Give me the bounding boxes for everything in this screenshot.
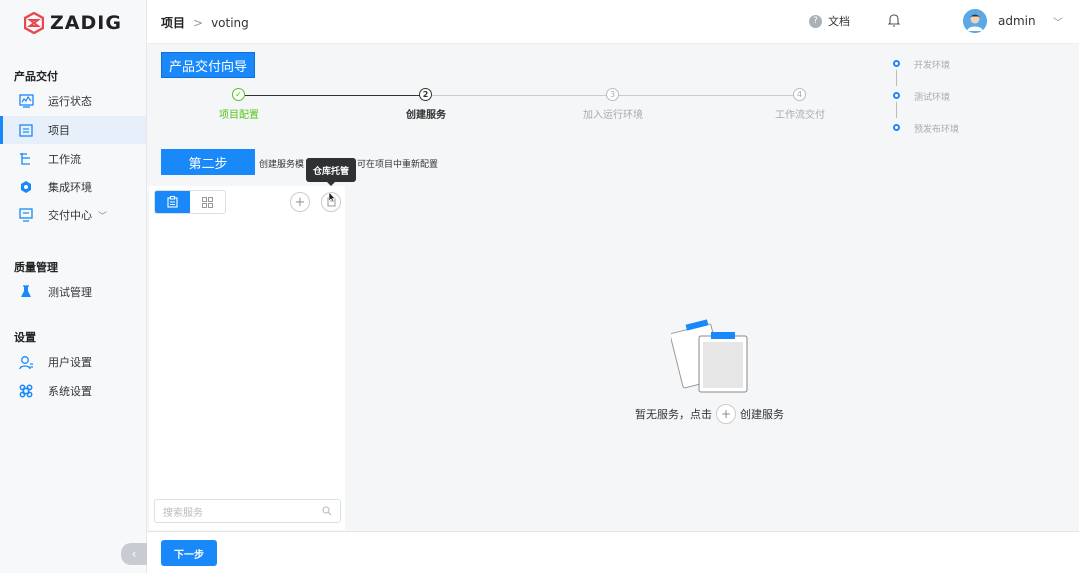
env-connector	[896, 102, 897, 118]
step-connector	[432, 95, 607, 96]
sidebar-item-user-settings[interactable]: 用户设置	[0, 348, 146, 376]
clipboard-icon	[167, 196, 178, 208]
grid-icon	[202, 196, 213, 208]
sidebar-item-label: 系统设置	[48, 385, 92, 398]
sidebar-item-workflow[interactable]: 工作流	[0, 145, 146, 173]
env-dot-icon	[893, 60, 900, 67]
docs-label: 文档	[828, 15, 850, 28]
chevron-down-icon: ﹀	[98, 211, 108, 222]
step-description-tail: 可在项目中重新配置	[357, 160, 439, 170]
footer-bar: 下一步	[147, 531, 1079, 573]
sidebar-item-label: 交付中心	[48, 209, 92, 222]
snowflake-env-icon	[18, 179, 34, 195]
project-list-icon	[18, 122, 34, 138]
bell-icon[interactable]	[887, 13, 901, 31]
view-toggle	[154, 190, 226, 214]
sidebar-item-label: 项目	[48, 124, 70, 137]
sidebar-item-delivery-center[interactable]: 交付中心 ﹀	[0, 201, 146, 229]
create-service-plus-button[interactable]: +	[716, 404, 736, 424]
step-4-number: 4	[793, 88, 806, 101]
env-label: 测试环境	[914, 93, 951, 103]
step-2-label: 创建服务	[406, 110, 446, 121]
sidebar-item-env[interactable]: 集成环境	[0, 173, 146, 201]
sidebar-item-project[interactable]: 项目	[0, 116, 146, 144]
breadcrumb-separator: >	[193, 15, 204, 30]
section-title-settings: 设置	[14, 331, 36, 344]
wizard-title: 产品交付向导	[161, 52, 255, 78]
env-connector	[896, 70, 897, 86]
sidebar-item-status[interactable]: 运行状态	[0, 87, 146, 115]
sidebar-item-label: 运行状态	[48, 95, 92, 108]
service-detail-area: 暂无服务，点击 + 创建服务	[345, 186, 1079, 530]
env-label: 开发环境	[914, 61, 951, 71]
breadcrumb: 项目 > voting	[161, 14, 249, 31]
sidebar-collapse-button[interactable]: ‹	[121, 543, 147, 565]
next-step-button[interactable]: 下一步	[161, 540, 217, 566]
sidebar-item-testing[interactable]: 测试管理	[0, 278, 146, 306]
step-connector	[619, 95, 794, 96]
step-3-label: 加入运行环境	[583, 110, 643, 121]
empty-state-message: 暂无服务，点击 + 创建服务	[635, 404, 784, 424]
service-list-panel: + 搜索服务	[149, 186, 345, 530]
breadcrumb-projects[interactable]: 项目	[161, 14, 185, 31]
empty-clipboard-illustration	[671, 319, 748, 393]
step-badge: 第二步	[161, 149, 255, 175]
sidebar-item-label: 用户设置	[48, 356, 92, 369]
delivery-screen-icon	[18, 207, 34, 223]
chevron-down-icon[interactable]: ﹀	[1053, 14, 1063, 29]
zadig-logo-icon	[24, 12, 44, 34]
avatar[interactable]	[963, 9, 987, 33]
flask-icon	[18, 284, 34, 300]
sidebar-item-system-settings[interactable]: 系统设置	[0, 377, 146, 405]
user-settings-icon	[18, 354, 34, 370]
step-1-label: 项目配置	[219, 110, 259, 121]
top-header: 项目 > voting ? 文档 admin ﹀	[147, 0, 1079, 44]
monitor-chart-icon	[18, 93, 34, 109]
search-service-input[interactable]: 搜索服务	[154, 499, 341, 523]
empty-text-after: 创建服务	[740, 408, 784, 421]
step-description: 创建服务模	[259, 160, 305, 170]
env-label: 预发布环境	[914, 125, 960, 135]
sidebar: ZADIG 产品交付 运行状态 项目 工作流 集成环境 交付中心 ﹀ 质量管理	[0, 0, 147, 573]
environment-list: 开发环境 测试环境 预发布环境	[893, 58, 959, 154]
section-title-delivery: 产品交付	[14, 70, 58, 83]
logo[interactable]: ZADIG	[24, 12, 122, 34]
repo-hosting-tooltip: 仓库托管	[306, 158, 356, 186]
mouse-cursor-icon	[328, 191, 336, 203]
section-title-quality: 质量管理	[14, 261, 58, 274]
step-2-number: 2	[419, 88, 432, 101]
env-item: 开发环境	[893, 58, 959, 90]
empty-text-before: 暂无服务，点击	[635, 408, 712, 421]
docs-link[interactable]: ? 文档	[809, 13, 850, 29]
env-item: 测试环境	[893, 90, 959, 122]
help-icon: ?	[809, 14, 822, 28]
breadcrumb-current: voting	[211, 15, 249, 30]
step-4-label: 工作流交付	[775, 110, 825, 121]
command-icon	[18, 383, 34, 399]
step-3-number: 3	[606, 88, 619, 101]
env-dot-icon	[893, 92, 900, 99]
search-icon	[322, 506, 332, 516]
sidebar-item-label: 测试管理	[48, 286, 92, 299]
step-1-check-icon: ✓	[232, 88, 245, 101]
sidebar-item-label: 集成环境	[48, 181, 92, 194]
step-connector	[245, 95, 420, 96]
username[interactable]: admin	[998, 14, 1036, 28]
grid-view-button[interactable]	[190, 191, 225, 213]
sidebar-item-label: 工作流	[48, 153, 81, 166]
search-placeholder: 搜索服务	[163, 507, 203, 519]
add-service-button[interactable]: +	[290, 192, 310, 212]
brand-name: ZADIG	[50, 12, 122, 34]
workflow-icon	[18, 151, 34, 167]
env-item: 预发布环境	[893, 122, 959, 154]
list-view-button[interactable]	[155, 191, 190, 213]
env-dot-icon	[893, 124, 900, 131]
